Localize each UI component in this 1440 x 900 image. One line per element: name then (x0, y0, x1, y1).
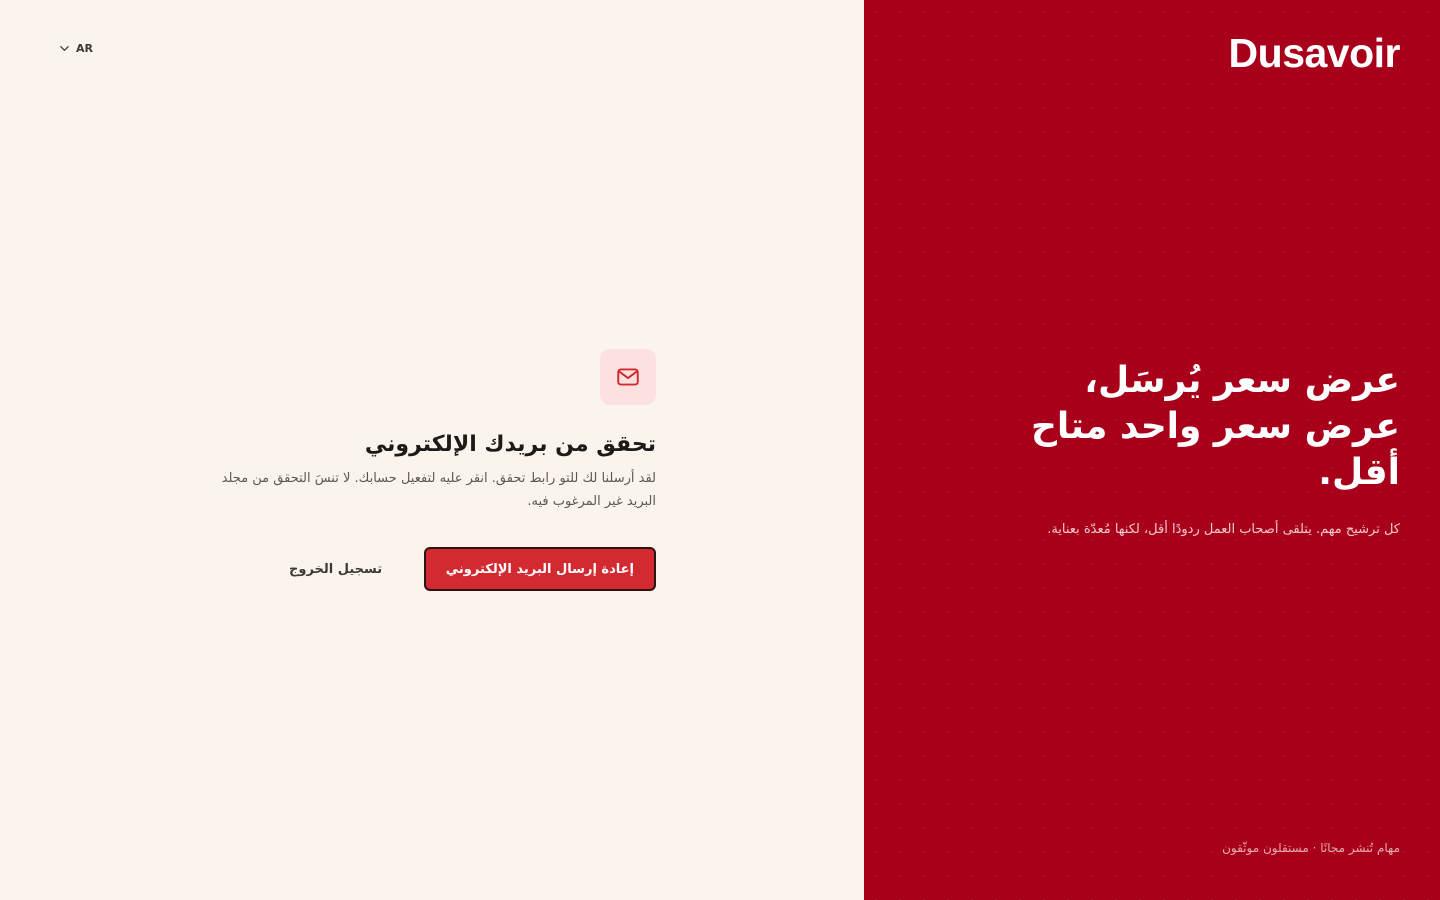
mail-icon-badge (600, 349, 656, 405)
hero-title: عرض سعر يُرسَل، عرض سعر واحد متاح أقل. (1030, 360, 1400, 493)
brand-logo: Dusavoir (1228, 30, 1401, 76)
hero-subtitle: كل ترشيح مهم. يتلقى أصحاب العمل ردودًا أ… (1047, 522, 1400, 537)
chevron-down-icon (60, 46, 69, 51)
language-selector[interactable]: AR (59, 42, 93, 55)
verify-email-card: تحقق من بريدك الإلكتروني لقد أرسلنا لك ل… (208, 349, 656, 591)
mail-icon (617, 368, 639, 386)
verify-description: لقد أرسلنا لك للتو رابط تحقق. انقر عليه … (221, 471, 656, 509)
resend-email-button[interactable]: إعادة إرسال البريد الإلكتروني (423, 547, 656, 591)
logout-button[interactable]: تسجيل الخروج (283, 561, 388, 578)
hero: عرض سعر يُرسَل، عرض سعر واحد متاح أقل. ك… (1020, 358, 1400, 542)
page-title: تحقق من بريدك الإلكتروني (364, 432, 656, 457)
footer-note: مهام تُنشر مجانًا · مستقلون موثّقون (1222, 841, 1400, 855)
language-label: AR (76, 42, 93, 55)
marketing-panel: Dusavoir عرض سعر يُرسَل، عرض سعر واحد مت… (864, 0, 1440, 900)
page: AR تحقق من بريدك الإلكتروني لقد أرسلنا ل… (0, 0, 1440, 900)
auth-panel: AR تحقق من بريدك الإلكتروني لقد أرسلنا ل… (0, 0, 864, 900)
verify-actions: إعادة إرسال البريد الإلكتروني تسجيل الخر… (208, 547, 656, 591)
